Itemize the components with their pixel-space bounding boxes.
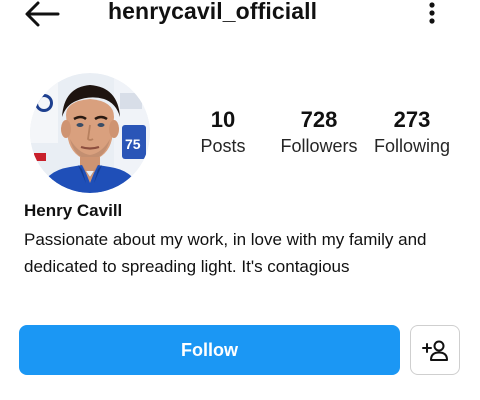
profile-photo: 75	[30, 73, 150, 193]
profile-username: henrycavil_officiall	[108, 0, 318, 24]
add-person-icon	[422, 340, 448, 361]
stat-posts[interactable]: 10 Posts	[190, 106, 256, 158]
posts-label: Posts	[200, 136, 246, 156]
stat-followers[interactable]: 728 Followers	[274, 106, 364, 158]
following-label: Following	[373, 136, 451, 156]
profile-name: Henry Cavill	[24, 201, 123, 220]
back-button[interactable]	[22, 0, 62, 28]
more-options-button[interactable]	[420, 0, 444, 28]
suggested-users-button[interactable]	[410, 325, 460, 375]
follow-button[interactable]: Follow	[19, 325, 400, 375]
profile-bio: Passionate about my work, in love with m…	[24, 230, 427, 276]
avatar[interactable]: 75	[30, 73, 150, 193]
posts-count: 10	[210, 107, 236, 132]
followers-count: 728	[300, 107, 338, 132]
following-count: 273	[393, 107, 431, 132]
svg-text:75: 75	[125, 136, 141, 152]
stat-following[interactable]: 273 Following	[368, 106, 456, 158]
top-bar: henrycavil_officiall	[0, 0, 480, 34]
followers-label: Followers	[280, 136, 358, 156]
more-vertical-icon	[429, 2, 435, 24]
arrow-left-icon	[25, 1, 60, 27]
